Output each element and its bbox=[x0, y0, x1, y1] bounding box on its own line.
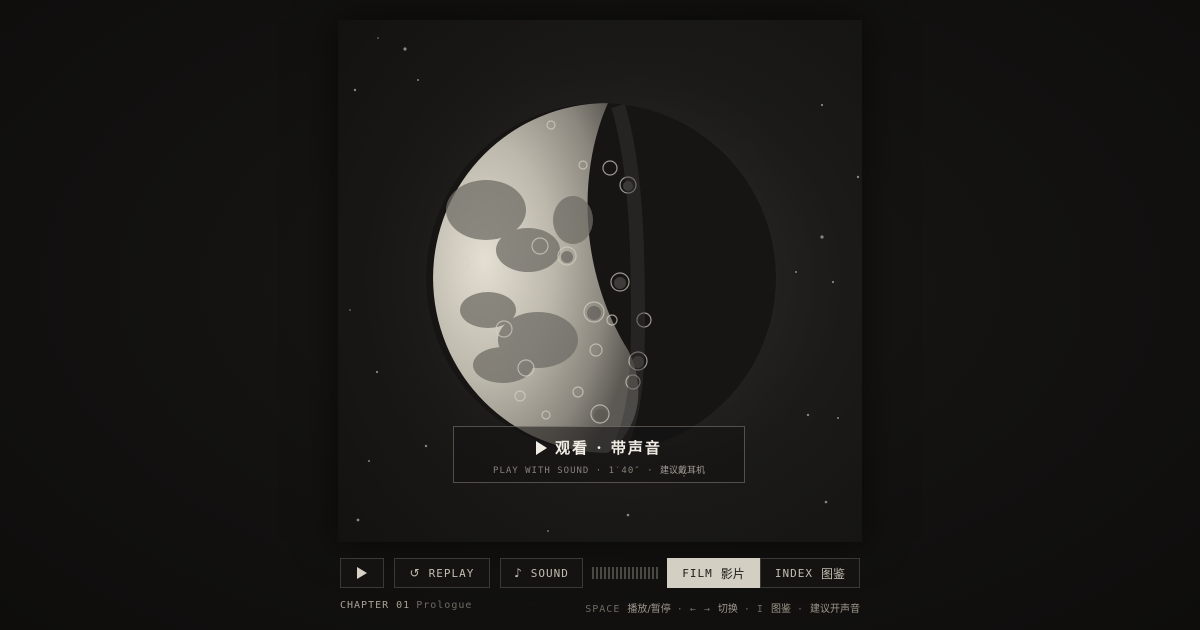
footer: CHAPTER 01 Prologue SPACE 播放/暂停 · ← → 切换 · I … bbox=[340, 600, 860, 615]
sound-button[interactable]: ♪ SOUND bbox=[500, 558, 583, 588]
play-icon bbox=[357, 567, 367, 579]
keyboard-hints: SPACE 播放/暂停 · ← → 切换 · I 图鉴 · 建议开声音 bbox=[585, 604, 860, 615]
overlay-subtitle-en: PLAY WITH SOUND · 1′40″ · bbox=[493, 466, 654, 476]
music-note-icon: ♪ bbox=[514, 566, 523, 580]
chapter-title: Prologue bbox=[416, 600, 473, 611]
hint-sound-text: 建议开声音 bbox=[810, 604, 860, 615]
sound-label: SOUND bbox=[530, 566, 569, 580]
play-with-sound-button[interactable]: 观看 · 带声音 PLAY WITH SOUND · 1′40″ · 建议戴耳机 bbox=[453, 426, 745, 483]
overlay-title: 观看 · 带声音 bbox=[555, 439, 662, 457]
film-stage[interactable]: 观看 · 带声音 PLAY WITH SOUND · 1′40″ · 建议戴耳机 bbox=[338, 20, 862, 542]
moon bbox=[426, 103, 776, 453]
tab-film[interactable]: FILM 影片 bbox=[667, 558, 760, 588]
tab-film-label-en: FILM bbox=[682, 566, 713, 580]
tab-film-label-cn: 影片 bbox=[720, 566, 745, 581]
hint-space-text: 播放/暂停 bbox=[627, 604, 671, 615]
chapter-indicator: CHAPTER 01 Prologue bbox=[340, 600, 472, 611]
overlay-title-row: 观看 · 带声音 bbox=[454, 438, 744, 458]
hint-arrows-key: ← → bbox=[689, 604, 711, 615]
tab-index-label-cn: 图鉴 bbox=[821, 566, 846, 581]
play-icon bbox=[536, 441, 548, 455]
hint-i-key: I bbox=[756, 604, 764, 615]
hint-i-text: 图鉴 bbox=[770, 604, 791, 615]
overlay-subtitle-row: PLAY WITH SOUND · 1′40″ · 建议戴耳机 bbox=[454, 463, 744, 476]
sound-level-meter[interactable] bbox=[592, 567, 658, 579]
page: 观看 · 带声音 PLAY WITH SOUND · 1′40″ · 建议戴耳机… bbox=[0, 0, 1200, 630]
tab-index-label-en: INDEX bbox=[774, 566, 814, 580]
replay-label: REPLAY bbox=[428, 566, 475, 580]
overlay-subtitle-cn: 建议戴耳机 bbox=[659, 466, 705, 476]
hint-space-key: SPACE bbox=[585, 604, 621, 615]
chapter-label: CHAPTER 01 bbox=[340, 600, 411, 611]
replay-icon: ↺ bbox=[409, 566, 421, 580]
hint-arrows-text: 切换 bbox=[717, 604, 738, 615]
control-bar: ↺ REPLAY ♪ SOUND FILM 影片 INDEX 图鉴 bbox=[340, 558, 860, 588]
play-button[interactable] bbox=[340, 558, 384, 588]
tab-index[interactable]: INDEX 图鉴 bbox=[760, 558, 860, 588]
replay-button[interactable]: ↺ REPLAY bbox=[394, 558, 490, 588]
